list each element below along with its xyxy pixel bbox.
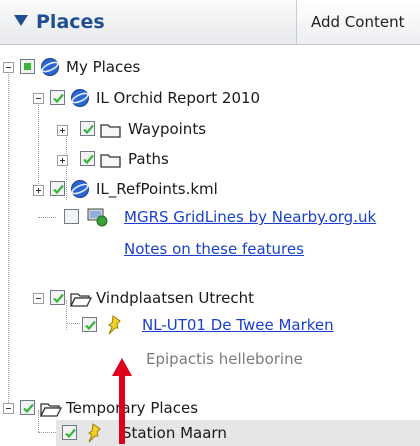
check-icon (65, 428, 76, 439)
places-title[interactable]: Places (36, 8, 105, 36)
collapse-toggle-icon[interactable] (3, 62, 14, 73)
tree-row-nl-ut01[interactable]: NL-UT01 De Twee Marken (0, 312, 420, 338)
check-icon (53, 93, 64, 104)
tree-label: Paths (128, 150, 169, 168)
check-icon (53, 184, 64, 195)
pushpin-icon (108, 315, 121, 335)
check-icon (85, 320, 96, 331)
expand-toggle-icon[interactable] (57, 125, 68, 136)
checkbox-checked[interactable] (50, 181, 65, 196)
open-folder-icon (40, 403, 62, 417)
placemark-description: Epipactis helleborine (0, 346, 420, 372)
folder-icon (100, 154, 121, 168)
globe-icon (71, 180, 89, 198)
expand-toggle-icon[interactable] (57, 155, 68, 166)
tree-label: My Places (66, 58, 141, 76)
tree-label: Vindplaatsen Utrecht (96, 289, 254, 307)
tree-row-vindplaatsen[interactable]: Vindplaatsen Utrecht (0, 285, 420, 311)
collapse-toggle-icon[interactable] (33, 93, 44, 104)
checkbox-checked[interactable] (50, 290, 65, 305)
collapse-arrow-icon[interactable] (14, 15, 28, 26)
check-icon (23, 403, 34, 414)
tree-row-notes: Notes on these features (0, 236, 420, 262)
places-panel-header: Places Add Content (0, 0, 420, 45)
annotation-arrow-icon (112, 358, 132, 444)
expand-toggle-icon[interactable] (33, 185, 44, 196)
check-icon (83, 154, 94, 165)
tree-row-mgrs-gridlines[interactable]: MGRS GridLines by Nearby.org.uk (0, 204, 420, 230)
collapse-toggle-icon[interactable] (3, 403, 14, 414)
tree-label: IL Orchid Report 2010 (96, 89, 261, 107)
tree-row-il-orchid-report[interactable]: IL Orchid Report 2010 (0, 85, 420, 111)
tree-label: Station Maarn (122, 424, 227, 442)
checkbox-checked[interactable] (20, 400, 35, 415)
folder-icon (100, 124, 121, 138)
add-content-button[interactable]: Add Content (296, 0, 420, 44)
network-link-icon (87, 208, 108, 227)
partial-checkbox[interactable] (20, 59, 35, 74)
tree-row-my-places[interactable]: My Places (0, 54, 420, 80)
pushpin-icon (88, 423, 101, 443)
tree-label: IL_RefPoints.kml (96, 180, 218, 198)
tree-label: Waypoints (128, 120, 207, 138)
checkbox-checked[interactable] (80, 121, 95, 136)
nl-ut01-link[interactable]: NL-UT01 De Twee Marken (142, 312, 334, 338)
notes-link[interactable]: Notes on these features (124, 236, 304, 262)
collapse-toggle-icon[interactable] (33, 293, 44, 304)
tree-row-temporary-places[interactable]: Temporary Places (0, 395, 420, 421)
mgrs-gridlines-link[interactable]: MGRS GridLines by Nearby.org.uk (124, 204, 376, 230)
open-folder-icon (70, 293, 92, 307)
check-icon (83, 124, 94, 135)
checkbox-checked[interactable] (80, 151, 95, 166)
tree-row-waypoints[interactable]: Waypoints (0, 116, 420, 142)
globe-icon (41, 58, 59, 76)
tree-row-il-refpoints[interactable]: IL_RefPoints.kml (0, 176, 420, 202)
check-icon (53, 293, 64, 304)
globe-icon (71, 89, 89, 107)
description-text: Epipactis helleborine (146, 350, 303, 368)
checkbox-checked[interactable] (50, 90, 65, 105)
checkbox-checked[interactable] (82, 317, 97, 332)
tree-row-paths[interactable]: Paths (0, 146, 420, 172)
tree-line (38, 432, 56, 433)
checkbox-checked[interactable] (62, 425, 77, 440)
checkbox-unchecked[interactable] (64, 209, 79, 224)
